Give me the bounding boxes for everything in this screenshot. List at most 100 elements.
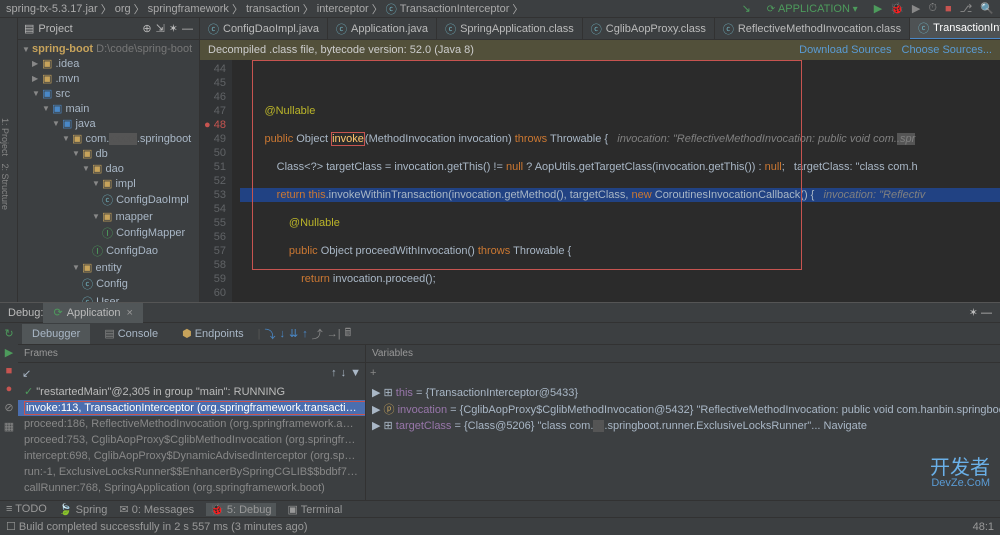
tree-src[interactable]: ▼▣ src	[18, 86, 199, 101]
frame-item[interactable]: intercept:698, CglibAopProxy$DynamicAdvi…	[18, 448, 365, 464]
debugger-tab[interactable]: Debugger	[22, 324, 90, 344]
var-targetclass[interactable]: ▶ ⊞ targetClass = {Class@5206} "class co…	[370, 418, 1000, 433]
debug-gear-icon[interactable]: ✶	[969, 306, 978, 319]
bc-p4[interactable]: interceptor	[317, 3, 369, 15]
frame-item[interactable]: proceed:186, ReflectiveMethodInvocation …	[18, 416, 365, 432]
thread-item[interactable]: ✓ "restartedMain"@2,305 in group "main":…	[18, 383, 365, 400]
drop-frame-icon[interactable]: ⤴	[312, 326, 323, 342]
tree-user[interactable]: ⓒ User	[18, 293, 199, 302]
tab-springapplication[interactable]: ⓒSpringApplication.class	[437, 18, 583, 40]
project-panel-title: Project	[38, 23, 142, 35]
stop-debug-icon[interactable]: ■	[6, 365, 13, 377]
collapse-all-icon[interactable]: ⇲	[156, 22, 165, 35]
tree-dao[interactable]: ▼▣ dao	[18, 161, 199, 176]
tab-transactioninterceptor[interactable]: ⓒTransactionInterceptor.class×	[910, 18, 1000, 40]
download-sources-link[interactable]: Download Sources	[799, 44, 891, 56]
status-message: ☐ Build completed successfully in 2 s 55…	[6, 520, 308, 533]
resume-icon[interactable]: ▶	[5, 346, 13, 359]
rerun-icon[interactable]: ↻	[4, 327, 13, 340]
add-watch-icon[interactable]: +	[370, 367, 376, 379]
tree-root[interactable]: ▼spring-boot D:\code\spring-boot	[18, 42, 199, 56]
next-frame-icon[interactable]: ↓	[341, 367, 347, 379]
left-tool-strip[interactable]: 1: Project 2: Structure	[0, 18, 18, 302]
search-icon[interactable]: 🔍	[980, 2, 994, 15]
frame-item[interactable]: proceed:753, CglibAopProxy$CglibMethodIn…	[18, 432, 365, 448]
debug-header: Debug: ⟳Application× ✶ —	[0, 303, 1000, 323]
variable-list[interactable]: ▶ ⊞ this = {TransactionInterceptor@5433}…	[366, 383, 1000, 500]
banner-text: Decompiled .class file, bytecode version…	[208, 44, 474, 56]
pin-icon[interactable]: ↙	[22, 367, 31, 380]
stop-icon[interactable]: ■	[945, 3, 952, 15]
force-step-into-icon[interactable]: ⇊	[289, 327, 298, 340]
step-into-icon[interactable]: ↓	[280, 328, 286, 340]
step-over-icon[interactable]: ⤵	[265, 326, 276, 342]
var-invocation[interactable]: ▶ ⓟ invocation = {CglibAopProxy$CglibMet…	[370, 400, 1000, 418]
mute-breakpoints-icon[interactable]: ⊘	[4, 401, 13, 414]
tree-mvn[interactable]: ▶▣ .mvn	[18, 71, 199, 86]
todo-tab[interactable]: ≡ TODO	[6, 503, 47, 516]
bc-org[interactable]: org	[115, 3, 131, 15]
debug-icon[interactable]: 🐞	[890, 2, 904, 15]
terminal-tab[interactable]: ▣ Terminal	[288, 503, 343, 516]
breakpoint-line[interactable]: ● 48	[200, 118, 226, 132]
build-icon[interactable]: ↘	[742, 2, 751, 15]
hide-icon[interactable]: —	[182, 23, 193, 35]
debug-app-tab[interactable]: ⟳Application×	[43, 303, 142, 323]
frame-list[interactable]: ✓ "restartedMain"@2,305 in group "main":…	[18, 383, 365, 500]
tab-reflective[interactable]: ⓒReflectiveMethodInvocation.class	[715, 18, 910, 40]
tree-config[interactable]: ⓒ Config	[18, 275, 199, 293]
console-tab[interactable]: ▤Console	[94, 324, 168, 344]
debug-title: Debug:	[8, 307, 43, 319]
tree-impl[interactable]: ▼▣ impl	[18, 176, 199, 191]
tab-cglibaopproxy[interactable]: ⓒCglibAopProxy.class	[583, 18, 715, 40]
bc-p2[interactable]: springframework	[148, 3, 229, 15]
profile-icon[interactable]: ⏱	[928, 2, 937, 15]
code-editor[interactable]: 44454647 ● 48 4950515253 5455565758 5960…	[200, 60, 1000, 302]
view-breakpoints-icon[interactable]: ●	[6, 383, 13, 395]
tree-main[interactable]: ▼▣ main	[18, 101, 199, 116]
tab-application[interactable]: ⓒApplication.java	[328, 18, 437, 40]
code-content[interactable]: @Nullable public Object invoke(MethodInv…	[232, 60, 1000, 302]
tree-configdao[interactable]: Ⓘ ConfigDao	[18, 242, 199, 260]
tree-configmapper[interactable]: Ⓘ ConfigMapper	[18, 224, 199, 242]
select-opened-icon[interactable]: ⊕	[142, 22, 151, 35]
run-to-cursor-icon[interactable]: →|	[327, 328, 341, 340]
debug-tab-bottom[interactable]: 🐞 5: Debug	[206, 503, 275, 516]
tool-window-bar: ≡ TODO 🍃 Spring ✉ 0: Messages 🐞 5: Debug…	[0, 500, 1000, 517]
tree-entity[interactable]: ▼▣ entity	[18, 260, 199, 275]
prev-frame-icon[interactable]: ↑	[331, 367, 337, 379]
tab-configdaoimpl[interactable]: ⓒConfigDaoImpl.java	[200, 18, 328, 40]
var-this[interactable]: ▶ ⊞ this = {TransactionInterceptor@5433}	[370, 385, 1000, 400]
git-icon[interactable]: ⎇	[960, 2, 973, 15]
frames-panel: Frames ↙ ↑ ↓ ▼ ✓ "restartedMain"@2,305 i…	[18, 345, 366, 500]
tree-java[interactable]: ▼▣ java	[18, 116, 199, 131]
frame-item[interactable]: callRunner:768, SpringApplication (org.s…	[18, 480, 365, 496]
spring-tab[interactable]: 🍃 Spring	[59, 503, 108, 516]
tree-pkg[interactable]: ▼▣ com.xxxxx.springboot	[18, 131, 199, 146]
project-tree[interactable]: ▼spring-boot D:\code\spring-boot ▶▣ .ide…	[18, 40, 199, 302]
bc-jar[interactable]: spring-tx-5.3.17.jar	[6, 3, 98, 15]
panel-expand-icon[interactable]: ▤	[24, 22, 34, 35]
messages-tab[interactable]: ✉ 0: Messages	[119, 503, 194, 516]
choose-sources-link[interactable]: Choose Sources...	[902, 44, 993, 56]
tree-idea[interactable]: ▶▣ .idea	[18, 56, 199, 71]
evaluate-icon[interactable]: 🖩	[345, 324, 352, 343]
bc-p3[interactable]: transaction	[246, 3, 300, 15]
endpoints-tab[interactable]: ⬢Endpoints	[172, 324, 254, 344]
filter-icon[interactable]: ▼	[350, 367, 361, 379]
frame-item-selected[interactable]: invoke:113, TransactionInterceptor (org.…	[18, 400, 365, 416]
frame-item[interactable]: run:-1, ExclusiveLocksRunner$$EnhancerBy…	[18, 464, 365, 480]
tree-db[interactable]: ▼▣ db	[18, 146, 199, 161]
tree-mapper[interactable]: ▼▣ mapper	[18, 209, 199, 224]
bc-class[interactable]: TransactionInterceptor	[400, 3, 510, 15]
project-panel: ▤ Project ⊕ ⇲ ✶ — ▼spring-boot D:\code\s…	[18, 18, 200, 302]
run-icon[interactable]: ▶	[874, 2, 882, 15]
coverage-icon[interactable]: ▶	[912, 2, 920, 15]
debug-hide-icon[interactable]: —	[981, 307, 992, 319]
frames-header: Frames	[18, 345, 365, 363]
step-out-icon[interactable]: ↑	[302, 328, 308, 340]
run-config-selector[interactable]: ⟳ APPLICATION ▾	[759, 3, 866, 15]
gear-icon[interactable]: ✶	[169, 22, 178, 35]
layout-icon[interactable]: ▦	[4, 420, 14, 433]
tree-configdaoimpl[interactable]: ⓒ ConfigDaoImpl	[18, 191, 199, 209]
